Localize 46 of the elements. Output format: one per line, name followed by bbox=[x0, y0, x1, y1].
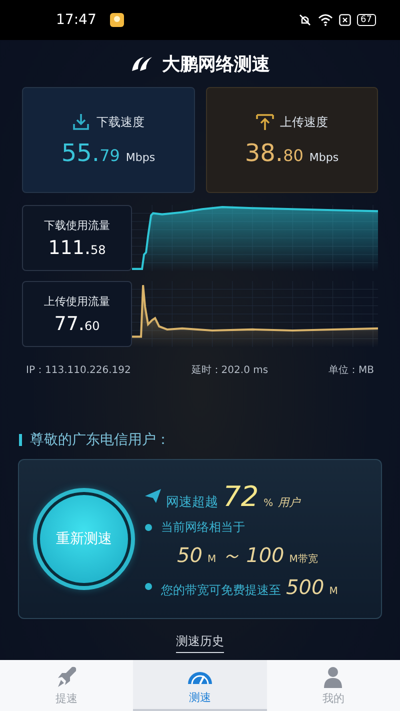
speed-value: 38.80 bbox=[244, 139, 304, 167]
range-separator: ～ bbox=[221, 542, 242, 568]
latency-text: 延时：202.0 ms bbox=[191, 364, 268, 377]
speed-unit: Mbps bbox=[309, 151, 339, 164]
nav-tab[interactable]: 提速 bbox=[0, 660, 134, 711]
percentile-value: 72 bbox=[223, 480, 259, 512]
traffic-label: 下载使用流量 bbox=[44, 218, 110, 232]
bandwidth-low: 50 bbox=[177, 542, 202, 566]
nav-tab[interactable]: 测速 bbox=[133, 660, 267, 711]
result-text: 您的带宽可免费提速至 bbox=[161, 582, 281, 598]
percent-sign: % bbox=[264, 498, 274, 508]
traffic-value: 111.58 bbox=[48, 236, 106, 258]
result-text: 当前网络相当于 bbox=[161, 518, 245, 536]
speed-label: 上传速度 bbox=[280, 114, 328, 130]
person-icon bbox=[322, 665, 344, 689]
notification-app-icon bbox=[110, 13, 124, 27]
speed-unit: Mbps bbox=[126, 151, 156, 164]
app-title: 大鹏网络测速 bbox=[162, 52, 270, 76]
mute-icon bbox=[298, 14, 312, 26]
speed-value: 55.79 bbox=[61, 139, 120, 167]
sim-icon bbox=[338, 14, 351, 26]
upgrade-value: 500 bbox=[286, 574, 324, 598]
accent-bar bbox=[19, 434, 22, 446]
bandwidth-high: 100 bbox=[246, 542, 284, 566]
bandwidth-unit: M带宽 bbox=[289, 552, 318, 566]
bullet-dot bbox=[145, 524, 152, 530]
nav-tab[interactable]: 我的 bbox=[266, 660, 400, 711]
download-icon bbox=[72, 113, 90, 131]
wifi-icon bbox=[318, 14, 333, 26]
bandwidth-unit: M bbox=[207, 554, 216, 564]
history-link[interactable]: 测速历史 bbox=[176, 633, 224, 653]
greeting-text: 尊敬的广东电信用户： bbox=[30, 431, 170, 449]
paper-plane-icon bbox=[145, 489, 161, 503]
bullet-dot bbox=[145, 583, 152, 590]
status-time: 17:47 bbox=[56, 12, 96, 28]
upgrade-unit: M bbox=[329, 586, 338, 596]
ip-address: IP：113.110.226.192 bbox=[26, 364, 131, 377]
speed-label: 下载速度 bbox=[96, 114, 144, 130]
upload-icon bbox=[256, 113, 274, 131]
traffic-value: 77.60 bbox=[54, 312, 100, 334]
users-text: 用户 bbox=[278, 494, 300, 510]
rocket-icon bbox=[56, 665, 78, 689]
result-text: 网速超越 bbox=[166, 494, 218, 510]
battery-indicator: 67 bbox=[356, 14, 376, 26]
unit-text: 单位：MB bbox=[328, 364, 374, 377]
traffic-label: 上传使用流量 bbox=[44, 294, 110, 308]
